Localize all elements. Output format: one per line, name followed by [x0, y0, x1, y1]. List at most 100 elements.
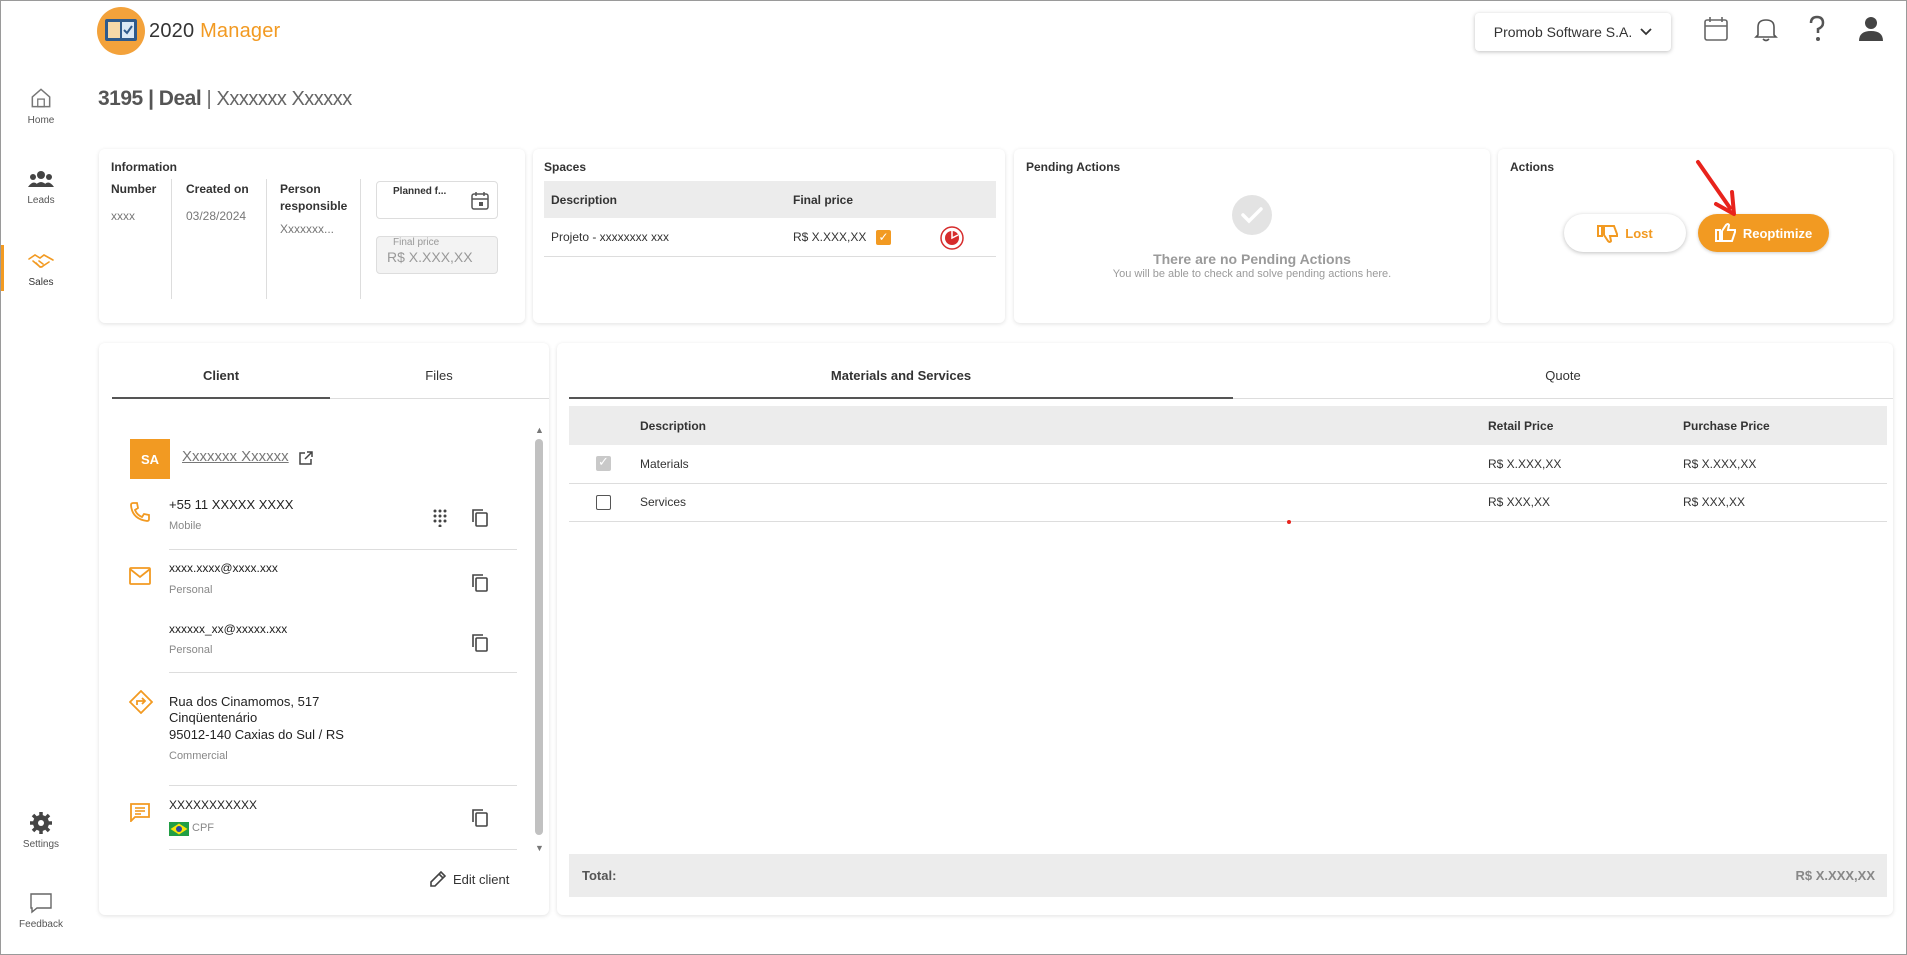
table-row[interactable]: Projeto - xxxxxxxx xxx R$ X.XXX,XX ✓: [544, 218, 996, 257]
created-label: Created on: [186, 182, 249, 196]
promob-icon[interactable]: [940, 226, 964, 250]
calendar-icon[interactable]: [471, 191, 489, 211]
copy-icon[interactable]: [472, 634, 488, 652]
phone-icon: [130, 502, 150, 522]
lost-button[interactable]: Lost: [1564, 214, 1686, 252]
sidebar-item-label: Leads: [27, 195, 55, 206]
actions-title: Actions: [1510, 160, 1555, 174]
final-price-field: Final price R$ X.XXX,XX: [376, 236, 498, 274]
edit-client-button[interactable]: Edit client: [429, 870, 509, 888]
total-label: Total:: [582, 868, 617, 883]
planned-date-field[interactable]: Planned f...: [376, 181, 498, 219]
scroll-down-icon[interactable]: ▼: [535, 843, 544, 853]
brazil-flag-icon: [169, 822, 189, 836]
mat-col-purchase: Purchase Price: [1683, 406, 1887, 445]
directions-icon: [129, 690, 153, 714]
spaces-col-final-price: Final price: [786, 181, 996, 218]
people-icon: [28, 171, 54, 187]
divider: [169, 849, 517, 850]
tab-quote[interactable]: Quote: [1233, 368, 1893, 383]
calendar-icon[interactable]: [1703, 15, 1729, 43]
tab-materials-services[interactable]: Materials and Services: [569, 368, 1233, 383]
planned-date-label: Planned f...: [393, 186, 447, 197]
tab-files[interactable]: Files: [330, 368, 548, 383]
tab-client[interactable]: Client: [112, 368, 330, 383]
table-row[interactable]: Services R$ XXX,XX R$ XXX,XX: [569, 483, 1887, 522]
title-separator: |: [148, 87, 154, 110]
user-icon[interactable]: [1857, 15, 1885, 43]
app-logo[interactable]: 2020 Manager: [97, 7, 280, 55]
client-panel: [99, 343, 549, 915]
home-icon: [31, 88, 51, 108]
page-title: 3195 | Deal | Xxxxxxx Xxxxxx: [98, 87, 352, 111]
copy-icon[interactable]: [472, 509, 488, 527]
edit-client-label: Edit client: [453, 871, 510, 887]
space-final-price: R$ X.XXX,XX: [793, 229, 867, 244]
scrollbar[interactable]: [535, 439, 543, 835]
sidebar-item-settings[interactable]: Settings: [1, 811, 81, 850]
pending-empty-subtitle: You will be able to check and solve pend…: [1112, 268, 1392, 280]
sidebar-item-label: Home: [27, 115, 55, 126]
created-value: 03/28/2024: [186, 209, 247, 223]
phone-number: +55 11 XXXXX XXXX: [169, 497, 294, 512]
email-2-type: Personal: [169, 644, 213, 656]
email-icon: [129, 567, 151, 585]
deal-label: Deal: [158, 87, 202, 110]
materials-checkbox[interactable]: [596, 454, 611, 472]
person-col: Person responsible Xxxxxxx...: [280, 181, 350, 236]
sidebar-item-leads[interactable]: Leads: [1, 167, 81, 206]
tab-active-indicator: [569, 397, 1233, 399]
copy-icon[interactable]: [472, 809, 488, 827]
logo-text-main: 2020: [149, 19, 195, 42]
number-value: xxxx: [111, 209, 135, 223]
person-label: Person responsible: [280, 182, 348, 213]
email-2: xxxxxx_xx@xxxxx.xxx: [169, 622, 288, 636]
client-name-link[interactable]: Xxxxxxx Xxxxxx: [182, 448, 289, 465]
sidebar-item-label: Settings: [22, 839, 60, 850]
spaces-col-description: Description: [544, 181, 786, 218]
pending-actions-title: Pending Actions: [1026, 160, 1121, 174]
thumbs-up-icon: [1714, 223, 1736, 242]
external-link-icon[interactable]: [298, 450, 314, 466]
divider: [169, 785, 517, 786]
divider: [169, 549, 517, 550]
deal-client-name: Xxxxxxx Xxxxxx: [216, 88, 353, 110]
email-1-type: Personal: [169, 584, 213, 596]
deal-id: 3195: [98, 87, 143, 110]
row-purchase: R$ XXX,XX: [1683, 483, 1887, 522]
document-type: CPF: [192, 822, 214, 834]
spaces-table: Description Final price Projeto - xxxxxx…: [544, 181, 996, 257]
chevron-down-icon: [1640, 28, 1652, 36]
space-final-price-cell: R$ X.XXX,XX ✓: [786, 218, 996, 257]
space-checkbox[interactable]: ✓: [876, 230, 891, 245]
tab-active-indicator: [112, 397, 330, 399]
row-retail: R$ XXX,XX: [1488, 483, 1683, 522]
final-price-label: Final price: [393, 237, 440, 248]
logo-text-suffix: Manager: [200, 19, 281, 42]
divider: [360, 179, 361, 299]
person-value: Xxxxxxx...: [280, 222, 335, 236]
sidebar-item-sales[interactable]: Sales: [1, 245, 81, 291]
number-label: Number: [111, 182, 157, 196]
bell-icon[interactable]: [1753, 15, 1779, 43]
number-col: Number xxxx: [111, 181, 156, 223]
services-checkbox[interactable]: [596, 494, 611, 510]
document-number: XXXXXXXXXXX: [169, 798, 258, 812]
total-bar: Total: R$ X.XXX,XX: [569, 854, 1887, 897]
information-title: Information: [111, 160, 177, 174]
materials-table: Description Retail Price Purchase Price …: [569, 406, 1887, 522]
sidebar-item-feedback[interactable]: Feedback: [1, 891, 81, 930]
avatar: SA: [130, 439, 170, 479]
sidebar-item-home[interactable]: Home: [1, 85, 81, 126]
thumbs-down-icon: [1597, 225, 1619, 243]
phone-type: Mobile: [169, 520, 202, 532]
scroll-up-icon[interactable]: ▲: [535, 425, 544, 435]
total-value: R$ X.XXX,XX: [1795, 868, 1875, 883]
table-row[interactable]: Materials R$ X.XXX,XX R$ X.XXX,XX: [569, 445, 1887, 484]
copy-icon[interactable]: [472, 574, 488, 592]
help-icon[interactable]: [1807, 15, 1827, 43]
company-select[interactable]: Promob Software S.A.: [1475, 13, 1671, 51]
document-icon: [130, 803, 150, 822]
dialpad-icon[interactable]: [433, 509, 447, 527]
company-name: Promob Software S.A.: [1493, 24, 1633, 40]
